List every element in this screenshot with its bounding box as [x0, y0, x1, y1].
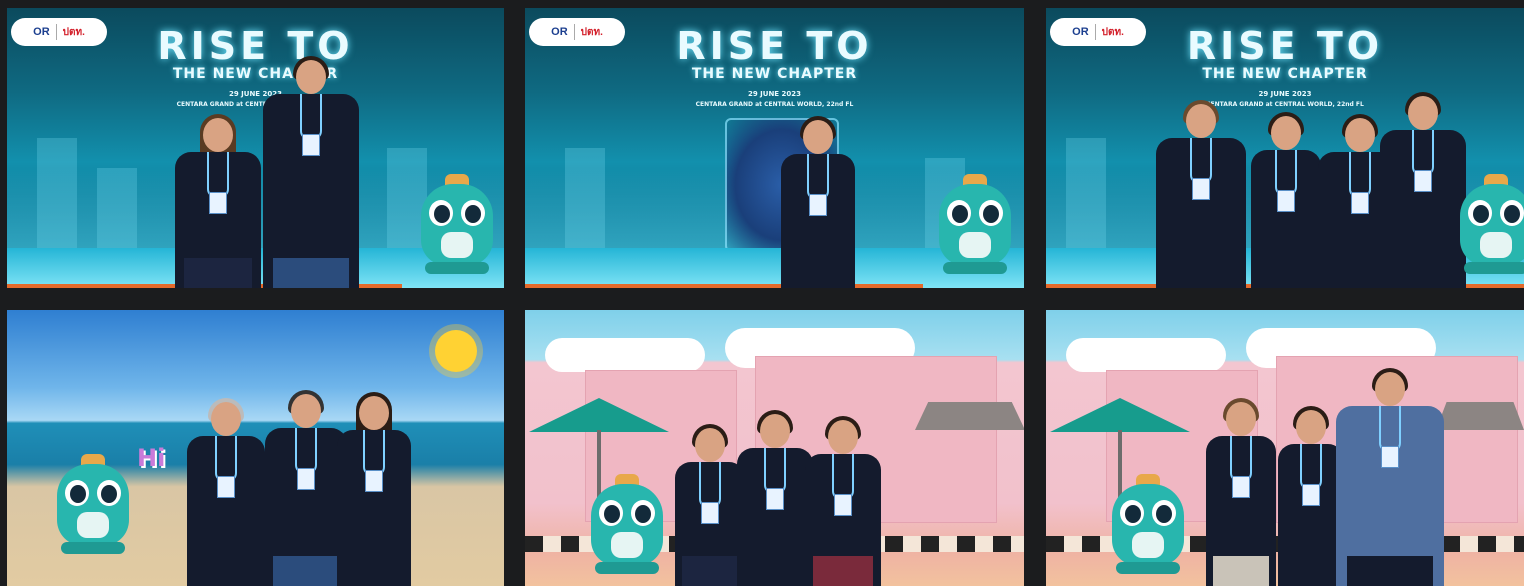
awning: [915, 402, 1024, 430]
mascot: [1454, 170, 1524, 278]
awning: [1436, 402, 1524, 430]
photo-booth-6-street[interactable]: [1046, 310, 1524, 586]
city-silhouette: [1066, 138, 1106, 258]
mascot: [51, 450, 135, 558]
title-line2: THE NEW CHAPTER: [1202, 66, 1368, 82]
title-line1: RISE TO: [676, 24, 873, 68]
sun-icon: [435, 330, 477, 372]
person: [781, 116, 855, 288]
orange-strip: [525, 284, 923, 288]
title-line2: THE NEW CHAPTER: [172, 66, 339, 82]
person: [1278, 406, 1344, 586]
title-line1: RISE TO: [157, 24, 354, 68]
event-venue: CENTARA GRAND at CENTRAL WORLD, 22nd FL: [176, 101, 335, 108]
photo-booth-5-street[interactable]: [525, 310, 1024, 586]
photo-booth-3[interactable]: OR ปตท. RISE TO THE NEW CHAPTER 29 JUNE 2…: [1046, 8, 1524, 288]
event-date: 29 JUNE 2023: [228, 90, 283, 98]
photo-booth-4-beach[interactable]: Hi: [7, 310, 504, 586]
title-line2: THE NEW CHAPTER: [691, 66, 858, 82]
person: [805, 416, 881, 586]
mascot: [585, 470, 669, 578]
hi-sticker: Hi: [137, 444, 166, 472]
mascot: [933, 170, 1017, 278]
city-silhouette: [565, 148, 605, 258]
photo-booth-1[interactable]: OR ปตท. RISE TO THE NEW CHAPTER 29 JUNE 2…: [7, 8, 504, 288]
person: [175, 114, 261, 288]
person: [187, 398, 265, 586]
city-silhouette: [37, 138, 77, 258]
person: [1156, 100, 1246, 288]
city-silhouette: [97, 168, 137, 258]
mascot: [415, 170, 499, 278]
mascot: [1106, 470, 1190, 578]
photo-booth-2[interactable]: OR ปตท. RISE TO THE NEW CHAPTER 29 JUNE 2…: [525, 8, 1024, 288]
person: [1251, 112, 1321, 288]
person: [265, 390, 347, 586]
photo-grid: OR ปตท. RISE TO THE NEW CHAPTER 29 JUNE 2…: [0, 0, 1524, 586]
person: [1206, 398, 1276, 586]
event-date: 29 JUNE 2023: [747, 90, 802, 98]
person: [263, 56, 359, 288]
person: [675, 424, 745, 586]
event-venue: CENTARA GRAND at CENTRAL WORLD, 22nd FL: [695, 101, 854, 108]
cloud: [545, 338, 705, 372]
person: [337, 392, 411, 586]
title-line1: RISE TO: [1186, 24, 1384, 68]
person: [737, 410, 813, 586]
cloud: [1066, 338, 1226, 372]
person: [1336, 368, 1444, 586]
